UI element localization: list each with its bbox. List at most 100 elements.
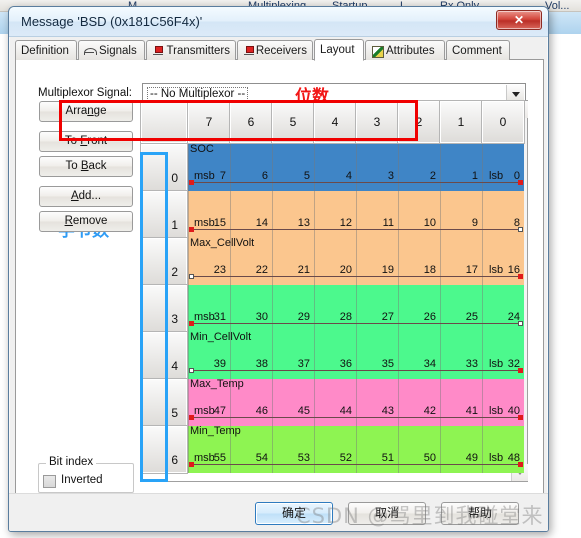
bit-number: 54 (255, 452, 268, 464)
arrange-button[interactable]: Arrange (39, 101, 133, 122)
grid-row-header[interactable]: 1 (141, 191, 187, 238)
lsb-tag: lsb (489, 358, 504, 370)
to-back-button[interactable]: To Back (39, 156, 133, 177)
table-row[interactable]: SOC 7 6 5 4 3 2 1 0 msb lsb (188, 144, 524, 191)
button-label-post: ge (93, 105, 107, 117)
table-row[interactable]: 15 14 13 12 11 10 9 8 msb (188, 191, 524, 238)
bit-number: 17 (465, 264, 478, 276)
bit-number: 50 (423, 452, 436, 464)
cancel-button[interactable]: 取消 (348, 502, 426, 525)
signal-bit-bar[interactable] (189, 180, 523, 185)
grid-row-header[interactable]: 4 (141, 332, 187, 379)
msb-tag: msb (194, 170, 215, 182)
bit-number: 26 (423, 311, 436, 323)
tab-definition[interactable]: Definition (15, 40, 77, 60)
grid-column-header[interactable]: 0 (482, 101, 524, 143)
signal-bit-bar[interactable] (189, 415, 523, 420)
button-accelerator: B (80, 160, 89, 172)
grid-column-header[interactable]: 2 (398, 101, 440, 143)
bit-number: 12 (339, 217, 352, 229)
button-label-pre: Arra (65, 105, 88, 117)
signal-name: SOC (190, 144, 214, 155)
grid-row-header[interactable]: 6 (141, 426, 187, 473)
grid-column-header[interactable]: 3 (356, 101, 398, 143)
bit-number: 44 (339, 405, 352, 417)
bit-number: 21 (297, 264, 310, 276)
remove-button[interactable]: Remove (39, 211, 133, 232)
bit-number: 42 (423, 405, 436, 417)
button-label-post: ront (87, 135, 108, 147)
bit-number: 28 (339, 311, 352, 323)
bit-number: 5 (303, 170, 310, 182)
bit-number: 25 (465, 311, 478, 323)
bit-number: 14 (255, 217, 268, 229)
bit-number: 43 (381, 405, 394, 417)
button-label-post: dd... (78, 190, 102, 202)
signal-bit-bar[interactable] (189, 227, 523, 232)
table-row[interactable]: Max_CellVolt 23 22 21 20 19 18 17 16 lsb (188, 238, 524, 285)
grid-column-header[interactable]: 1 (440, 101, 482, 143)
row-cell-dividers (188, 144, 524, 191)
table-row[interactable]: Min_CellVolt 39 38 37 36 35 34 33 32 lsb (188, 332, 524, 379)
dialog-title: Message 'BSD (0x181C56F4x)' (21, 14, 203, 29)
bit-number: 38 (255, 358, 268, 370)
bit-number: 37 (297, 358, 310, 370)
signal-bit-bar[interactable] (189, 274, 523, 279)
layout-tab-panel: Multiplexor Signal: -- No Multiplexor --… (15, 60, 544, 495)
button-label-post: ack (88, 160, 107, 172)
add-button[interactable]: Add... (39, 186, 133, 207)
close-button[interactable]: ✕ (496, 10, 542, 30)
help-button[interactable]: 帮助 (441, 502, 519, 525)
signal-bit-bar[interactable] (189, 462, 523, 467)
grid-row-header[interactable]: 5 (141, 379, 187, 426)
bit-number: 46 (255, 405, 268, 417)
grid-row-header[interactable]: 3 (141, 285, 187, 332)
bit-number: 19 (381, 264, 394, 276)
bit-number: 27 (381, 311, 394, 323)
signals-icon (84, 45, 97, 57)
inverted-checkbox[interactable] (43, 475, 56, 488)
tab-attributes[interactable]: Attributes (365, 40, 445, 60)
bit-number: 24 (507, 311, 520, 323)
grid-column-header[interactable]: 7 (188, 101, 230, 143)
bit-number: 53 (297, 452, 310, 464)
bit-number: 9 (471, 217, 478, 229)
ok-button[interactable]: 确定 (255, 502, 333, 525)
msb-tag: msb (194, 405, 215, 417)
grid-column-header[interactable]: 5 (272, 101, 314, 143)
to-front-button[interactable]: To Front (39, 131, 133, 152)
button-accelerator: A (70, 190, 79, 202)
table-row[interactable]: Max_Temp 47 46 45 44 43 42 41 40 msb lsb (188, 379, 524, 426)
button-label-pre: To (65, 160, 81, 172)
signal-bit-bar[interactable] (189, 321, 523, 326)
tab-transmitters[interactable]: Transmitters (146, 40, 236, 60)
row-cell-dividers (188, 285, 524, 332)
tab-label: Comment (452, 44, 502, 57)
signal-bit-bar[interactable] (189, 368, 523, 373)
signal-name: Max_CellVolt (190, 238, 255, 249)
bit-index-legend: Bit index (46, 456, 97, 468)
bit-number: 49 (465, 452, 478, 464)
bit-number: 41 (465, 405, 478, 417)
signal-name: Max_Temp (190, 379, 244, 390)
multiplexor-label: Multiplexor Signal: (38, 87, 132, 99)
bit-number: 35 (381, 358, 394, 370)
button-label-pre: To (64, 135, 81, 147)
layout-bit-grid[interactable]: 7 6 5 4 3 2 1 0 0 SOC 7 6 5 4 3 2 1 0 msb lsb 1 15 14 13 12 11 10 9… (140, 100, 528, 482)
bit-number: 6 (261, 170, 268, 182)
grid-column-header[interactable]: 4 (314, 101, 356, 143)
table-row[interactable]: 31 30 29 28 27 26 25 24 msb (188, 285, 524, 332)
grid-row-header[interactable]: 0 (141, 144, 187, 191)
grid-row-header[interactable]: 2 (141, 238, 187, 285)
tab-comment[interactable]: Comment (446, 40, 510, 60)
tab-layout[interactable]: Layout (314, 39, 364, 61)
dialog-footer: 确定 取消 帮助 (9, 493, 548, 531)
tab-signals[interactable]: Signals (78, 40, 145, 60)
multiplexor-selected-value: -- No Multiplexor -- (147, 87, 249, 101)
bit-number: 23 (213, 264, 226, 276)
table-row[interactable]: Min_Temp 55 54 53 52 51 50 49 48 msb lsb (188, 426, 524, 473)
button-accelerator: R (64, 215, 73, 227)
tab-receivers[interactable]: Receivers (237, 40, 313, 60)
grid-column-header[interactable]: 6 (230, 101, 272, 143)
bit-number: 8 (513, 217, 520, 229)
